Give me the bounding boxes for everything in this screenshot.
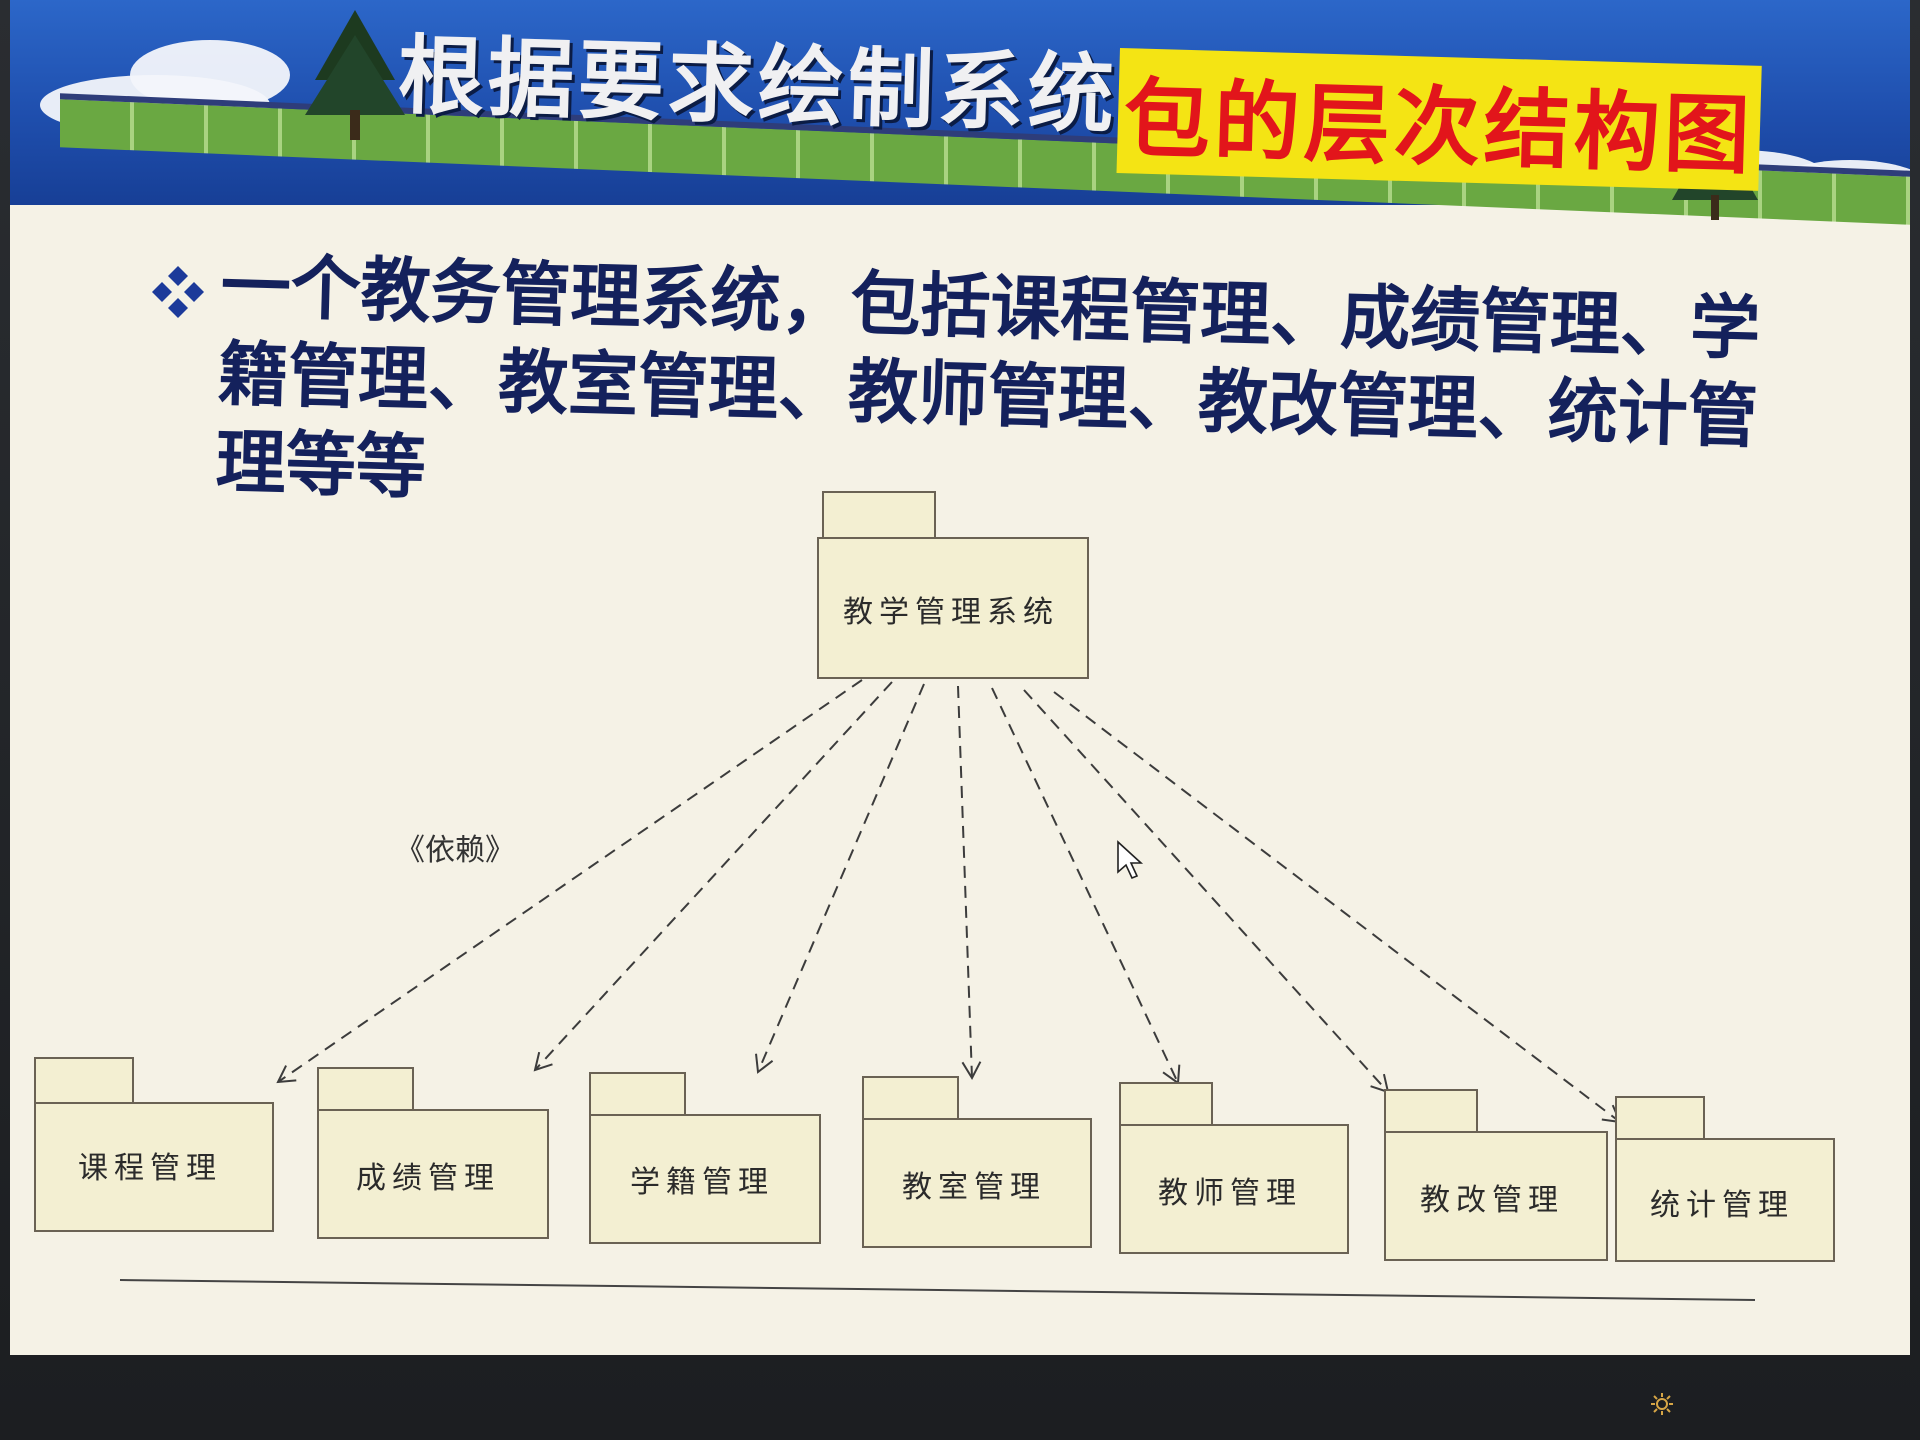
package-hierarchy-diagram: 《依赖》 教学管理系统 课程管理 成绩管理 学籍管理 教室管理 教师管理 教改管… <box>34 491 1835 1301</box>
package-tab <box>34 1057 134 1104</box>
package-tab <box>1119 1082 1213 1126</box>
dependency-arrow-3 <box>755 683 925 1074</box>
bottom-divider-line <box>119 1279 1756 1301</box>
root-package-label: 教学管理系统 <box>843 595 1059 630</box>
dependency-arrow-1 <box>276 679 863 1084</box>
child-package-label: 学籍管理 <box>630 1165 774 1200</box>
package-tab <box>1384 1089 1478 1133</box>
presentation-slide: 根据要求绘制系统 包的层次结构图 一个教务管理系统，包括课程管理、成绩管理、学籍… <box>10 0 1910 1355</box>
child-package-label: 教师管理 <box>1158 1176 1302 1211</box>
monitor-control-icon <box>1651 1393 1673 1415</box>
child-package-5: 教师管理 <box>1119 1082 1349 1254</box>
root-package: 教学管理系统 <box>817 491 1089 679</box>
child-package-4: 教室管理 <box>862 1076 1092 1248</box>
child-package-6: 教改管理 <box>1384 1089 1608 1261</box>
dependency-lines <box>276 679 1622 1124</box>
package-tab <box>317 1067 414 1111</box>
child-package-label: 教室管理 <box>902 1170 1046 1205</box>
dependency-arrow-5 <box>991 687 1181 1085</box>
child-package-7: 统计管理 <box>1615 1096 1835 1262</box>
package-tab <box>822 491 936 539</box>
package-tab <box>862 1076 959 1120</box>
dependency-arrow-4 <box>957 685 982 1081</box>
dependency-arrow-7 <box>1053 691 1622 1124</box>
dependency-stereotype-label: 《依赖》 <box>395 833 515 868</box>
dependency-arrow-6 <box>1023 689 1390 1094</box>
dependency-arrow-2 <box>533 681 893 1072</box>
child-package-label: 统计管理 <box>1650 1188 1794 1223</box>
package-tab <box>589 1072 686 1116</box>
child-package-label: 教改管理 <box>1420 1183 1564 1218</box>
monitor-frame: 根据要求绘制系统 包的层次结构图 一个教务管理系统，包括课程管理、成绩管理、学籍… <box>0 0 1920 1440</box>
package-tab <box>1615 1096 1705 1140</box>
child-package-2: 成绩管理 <box>317 1067 549 1239</box>
mouse-pointer-icon <box>1117 840 1144 880</box>
child-package-1: 课程管理 <box>34 1057 274 1232</box>
child-package-3: 学籍管理 <box>589 1072 821 1244</box>
child-package-label: 成绩管理 <box>356 1161 500 1196</box>
child-package-label: 课程管理 <box>78 1151 222 1186</box>
